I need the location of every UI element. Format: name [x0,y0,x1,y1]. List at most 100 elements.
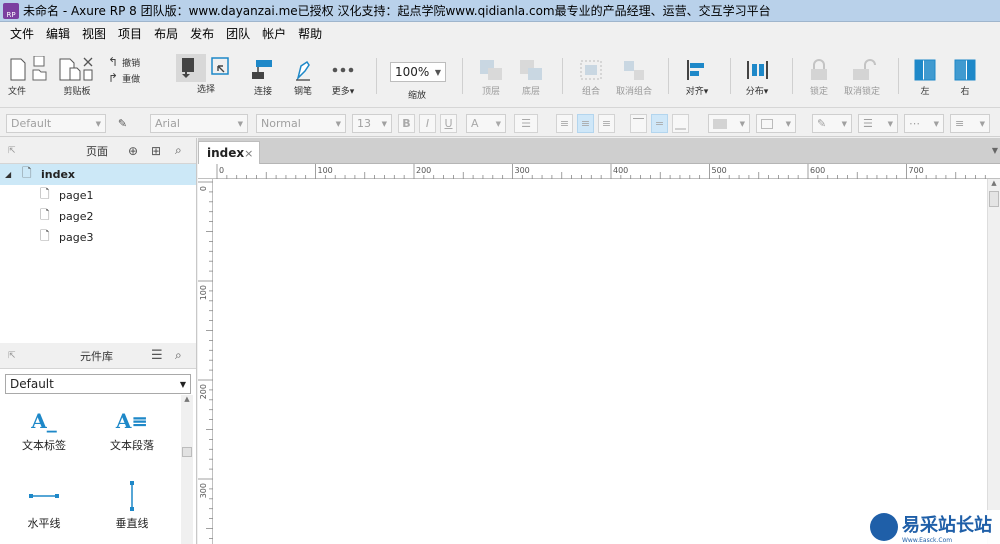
menu-project[interactable]: 项目 [112,25,148,42]
clipboard-label: 剪贴板 [63,87,91,97]
font-weight-select[interactable]: Normal ▼ [256,114,346,133]
menu-arrange[interactable]: 布局 [148,25,184,42]
widget-vertical-line[interactable]: 垂直线 [92,481,172,531]
text-color-select[interactable]: A ▼ [466,114,506,133]
collapse-triangle-icon[interactable]: ◢ [5,170,11,179]
pen-button[interactable]: 钢笔 [290,58,316,97]
send-to-back-button[interactable]: 底层 [518,58,544,97]
unlock-label: 取消锁定 [844,87,881,97]
collapse-panel-icon[interactable]: ⇱ [8,146,16,156]
add-folder-icon[interactable]: ⊞ [151,144,161,158]
collapse-panel-icon[interactable]: ⇱ [8,351,16,361]
widget-text-paragraph[interactable]: A≡ 文本段落 [92,409,172,453]
ruler-label: 300 [199,483,208,498]
library-panel-title: 元件库 [80,349,113,363]
menu-publish[interactable]: 发布 [184,25,220,42]
menu-view[interactable]: 视图 [76,25,112,42]
valign-top-icon: ⎺ [633,116,644,130]
shadow-icon [761,118,773,129]
bring-to-front-button[interactable]: 顶层 [478,58,504,97]
redo-button[interactable]: ↱ 重做 [108,70,140,86]
fill-color-select[interactable]: ▼ [708,114,750,133]
close-icon[interactable]: × [244,147,253,160]
style-edit-icon: ✎ [117,117,128,130]
line-color-select[interactable]: ✎ ▼ [812,114,852,133]
valign-middle-icon: = [654,117,665,130]
widget-text-label[interactable]: A_ 文本标签 [4,409,84,453]
axure-app-icon: RP [3,2,19,19]
scroll-up-icon[interactable]: ▲ [181,395,193,403]
page-tree-item[interactable]: 🗋 page1 [0,185,196,206]
tab-index[interactable]: index × [198,141,260,164]
distribute-label: 分布▾ [745,87,769,97]
arrow-style-select[interactable]: ≡ ▼ [950,114,990,133]
top-label: 顶层 [481,87,500,97]
group-button[interactable]: 组合 [578,58,604,97]
text-label-icon: A_ [31,409,57,433]
valign-top-button[interactable]: ⎺ [630,114,647,133]
more-button[interactable]: 更多▾ [330,58,356,97]
valign-bottom-button[interactable]: ⎽ [672,114,689,133]
page-icon: 🗋 [40,187,50,201]
valign-middle-button[interactable]: = [651,114,668,133]
menu-account[interactable]: 帐户 [256,25,292,42]
size-value: 13 [357,117,371,130]
unlock-button[interactable]: 取消锁定 [844,58,880,97]
file-label: 文件 [8,87,27,97]
select-intersect-icon [176,54,206,82]
widget-horizontal-line[interactable]: 水平线 [4,485,84,531]
zoom-select[interactable]: 100% ▼ [390,62,446,82]
menu-file[interactable]: 文件 [4,25,40,42]
tab-label: index [207,146,245,160]
align-text-center-button[interactable]: ≡ [577,114,594,133]
add-page-icon[interactable]: ⊕ [128,144,138,158]
undo-button[interactable]: ↰ 撤销 [108,54,140,70]
ungroup-button[interactable]: 取消组合 [616,58,652,97]
page-tree-item[interactable]: 🗋 page2 [0,206,196,227]
line-width-select[interactable]: ☰ ▼ [858,114,898,133]
menu-help[interactable]: 帮助 [292,25,328,42]
menu-edit[interactable]: 编辑 [40,25,76,42]
lock-button[interactable]: 锁定 [806,58,832,97]
page-tree-root[interactable]: ◢ 🗋 index [0,164,196,185]
canvas-scrollbar[interactable]: ▲ [987,179,1000,544]
bold-button[interactable]: B [398,114,415,133]
clipboard-icon [59,57,93,81]
style-manager-button[interactable]: ✎ [114,114,131,133]
search-icon[interactable]: ⌕ [175,143,182,158]
font-family-select[interactable]: Arial ▼ [150,114,248,133]
align-button[interactable]: 对齐▾ [684,58,710,97]
scrollbar-thumb[interactable] [989,191,999,207]
style-value: Default [11,117,52,130]
library-scrollbar[interactable]: ▲ [181,395,193,544]
italic-button[interactable]: I [419,114,436,133]
style-select[interactable]: Default ▼ [6,114,106,133]
page-tree-item[interactable]: 🗋 page3 [0,227,196,248]
chevron-down-icon: ▼ [381,119,387,128]
menu-bar: 文件 编辑 视图 项目 布局 发布 团队 帐户 帮助 [0,22,1000,44]
scroll-up-icon[interactable]: ▲ [988,179,1000,187]
shadow-select[interactable]: ▼ [756,114,796,133]
ruler-label: 0 [219,166,224,175]
menu-icon[interactable]: ☰ [151,348,163,363]
search-icon[interactable]: ⌕ [175,348,182,363]
font-size-select[interactable]: 13 ▼ [352,114,392,133]
file-button[interactable]: 文件 [8,56,48,97]
right-panel-toggle[interactable]: 右 [952,58,978,97]
select-button[interactable]: 选择 [176,54,236,95]
underline-button[interactable]: U [440,114,457,133]
line-pattern-select[interactable]: ⋯ ▼ [904,114,944,133]
design-canvas[interactable] [213,179,987,544]
bullet-list-button[interactable]: ☰ [514,114,538,133]
connect-button[interactable]: 连接 [250,58,276,97]
menu-team[interactable]: 团队 [220,25,256,42]
align-text-left-button[interactable]: ≡ [556,114,573,133]
left-panel-toggle[interactable]: 左 [912,58,938,97]
align-text-right-button[interactable]: ≡ [598,114,615,133]
ruler-label: 200 [416,166,431,175]
library-select[interactable]: Default ▼ [5,374,191,394]
distribute-button[interactable]: 分布▾ [744,58,770,97]
scrollbar-thumb[interactable] [182,447,192,457]
clipboard-button[interactable]: 剪贴板 [56,56,98,97]
tab-overflow-icon[interactable]: ▼ [992,146,998,155]
